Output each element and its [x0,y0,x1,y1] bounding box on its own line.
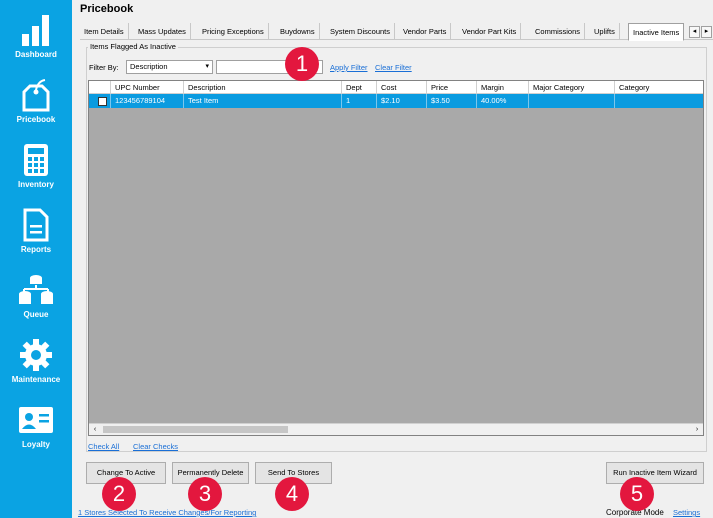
column-header-major-category[interactable]: Major Category [529,81,615,94]
inactive-items-grid: UPC Number Description Dept Cost Price M… [88,80,704,436]
filter-label: Filter By: [89,63,119,72]
cell-major-category [529,94,615,108]
sidebar-label: Loyalty [21,440,50,449]
sidebar-label: Reports [20,245,52,254]
bar-chart-icon [18,12,54,48]
cell-dept: 1 [342,94,377,108]
callout-badge: 4 [275,477,309,511]
tab-system-discounts[interactable]: System Discounts [326,23,396,40]
sidebar-item-dashboard[interactable]: Dashboard [0,12,72,72]
cell-description: Test Item [184,94,342,108]
scroll-left-icon[interactable]: ‹ [89,424,101,435]
sidebar-item-maintenance[interactable]: Maintenance [0,337,72,397]
tab-pricing-exceptions[interactable]: Pricing Exceptions [198,23,269,40]
cell-cost: $2.10 [377,94,427,108]
grid-header: UPC Number Description Dept Cost Price M… [89,81,703,94]
queue-icon [18,272,54,308]
filter-select-value: Description [130,62,168,71]
apply-filter-link[interactable]: Apply Filter [330,63,368,72]
sidebar-label: Queue [23,310,49,319]
document-icon [18,207,54,243]
scrollbar-thumb[interactable] [103,426,288,433]
callout-badge: 2 [102,477,136,511]
table-row[interactable]: 123456789104 Test Item 1 $2.10 $3.50 40.… [89,94,703,108]
tab-inactive-items[interactable]: Inactive Items [628,23,685,41]
sidebar: Dashboard Pricebook Inventory Reports Qu… [0,0,72,518]
tab-uplifts[interactable]: Uplifts [590,23,620,40]
cell-upc: 123456789104 [111,94,184,108]
page-title: Pricebook [80,3,134,15]
id-card-icon [18,402,54,438]
row-select-cell [89,94,111,108]
price-tag-icon [18,77,54,113]
sidebar-label: Pricebook [16,115,56,124]
callout-badge: 3 [188,477,222,511]
column-header-upc[interactable]: UPC Number [111,81,184,94]
callout-badge: 5 [620,477,654,511]
scroll-right-icon[interactable]: › [691,424,703,435]
sidebar-label: Dashboard [15,50,57,59]
tab-mass-updates[interactable]: Mass Updates [134,23,191,40]
column-header-select[interactable] [89,81,111,94]
clear-checks-link[interactable]: Clear Checks [133,442,178,451]
tab-vendor-parts[interactable]: Vendor Parts [399,23,452,40]
row-checkbox[interactable] [98,97,107,106]
tab-strip: Item Details Mass Updates Pricing Except… [80,23,713,41]
settings-link[interactable]: Settings [673,508,700,517]
calculator-icon [18,142,54,178]
tab-commissions[interactable]: Commissions [531,23,586,40]
gear-icon [18,337,54,373]
sidebar-item-reports[interactable]: Reports [0,207,72,267]
sidebar-item-inventory[interactable]: Inventory [0,142,72,202]
chevron-down-icon: ▾ [205,63,209,70]
filter-field-select[interactable]: Description ▾ [126,60,213,74]
sidebar-item-loyalty[interactable]: Loyalty [0,402,72,462]
column-header-category[interactable]: Category [615,81,703,94]
main-panel: Pricebook Item Details Mass Updates Pric… [72,0,713,518]
tab-item-details[interactable]: Item Details [80,23,129,40]
cell-margin: 40.00% [477,94,529,108]
sidebar-item-pricebook[interactable]: Pricebook [0,77,72,137]
tab-buydowns[interactable]: Buydowns [276,23,320,40]
callout-badge: 1 [285,47,319,81]
tab-scroll-right-icon[interactable]: ▸ [701,26,712,38]
run-inactive-item-wizard-button[interactable]: Run Inactive Item Wizard [606,462,704,484]
group-title: Items Flagged As Inactive [88,42,178,51]
column-header-price[interactable]: Price [427,81,477,94]
cell-price: $3.50 [427,94,477,108]
column-header-cost[interactable]: Cost [377,81,427,94]
sidebar-label: Inventory [17,180,54,189]
tab-scroll-left-icon[interactable]: ◂ [689,26,700,38]
tab-vendor-part-kits[interactable]: Vendor Part Kits [458,23,522,40]
column-header-description[interactable]: Description [184,81,342,94]
sidebar-label: Maintenance [11,375,61,384]
sidebar-item-queue[interactable]: Queue [0,272,72,332]
cell-category [615,94,703,108]
clear-filter-link[interactable]: Clear Filter [375,63,412,72]
stores-selected-link[interactable]: 1 Stores Selected To Receive Changes/For… [78,508,256,517]
check-all-link[interactable]: Check All [88,442,119,451]
horizontal-scrollbar[interactable]: ‹ › [89,423,703,435]
column-header-dept[interactable]: Dept [342,81,377,94]
column-header-margin[interactable]: Margin [477,81,529,94]
